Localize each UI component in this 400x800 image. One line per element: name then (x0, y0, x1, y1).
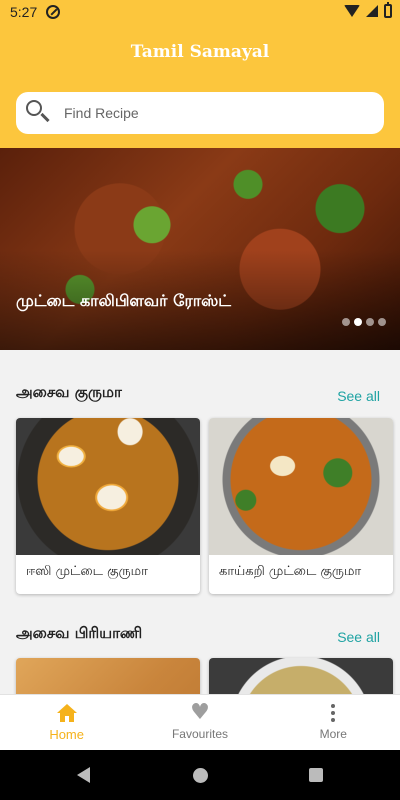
sync-icon (46, 5, 60, 19)
back-icon[interactable] (77, 767, 90, 783)
search-icon[interactable] (24, 98, 54, 128)
recipe-card[interactable]: ஈஸி முட்டை குருமா (16, 418, 200, 594)
nav-favourites-label: Favourites (171, 727, 228, 741)
recipe-image (209, 418, 393, 555)
battery-icon (384, 2, 392, 18)
system-navigation-bar (0, 750, 400, 800)
recent-apps-icon[interactable] (309, 768, 323, 782)
carousel-dot[interactable] (378, 318, 386, 326)
recipe-card[interactable]: காய்கறி முட்டை குருமா (209, 418, 393, 594)
app-header: 5:27 Tamil Samayal (0, 0, 400, 148)
carousel-indicator (342, 318, 386, 326)
app-title: Tamil Samayal (130, 42, 270, 62)
featured-recipe-banner[interactable]: முட்டை காலிபிளவர் ரோஸ்ட் (0, 148, 400, 350)
heart-icon: ♥ (190, 700, 210, 725)
status-bar: 5:27 (0, 0, 400, 26)
home-icon (56, 703, 77, 722)
carousel-dot[interactable] (366, 318, 374, 326)
carousel-dot[interactable] (342, 318, 350, 326)
signal-icon (366, 5, 378, 17)
bottom-navigation: Home ♥ Favourites More (0, 694, 400, 750)
nav-favourites[interactable]: ♥ Favourites (133, 695, 266, 750)
recipe-card-label: ஈஸி முட்டை குருமா (26, 564, 148, 579)
nav-more[interactable]: More (267, 695, 400, 750)
home-circle-icon[interactable] (193, 768, 208, 783)
carousel-dot-active[interactable] (354, 318, 362, 326)
status-time: 5:27 (10, 4, 38, 20)
section-title-biryani: அசைவ பிரியாணி (16, 624, 143, 642)
wifi-icon (344, 5, 360, 17)
nav-home[interactable]: Home (0, 695, 133, 750)
more-vertical-icon (331, 704, 336, 722)
see-all-biryani-link[interactable]: See all (337, 629, 380, 645)
recipe-image (16, 418, 200, 555)
nav-more-label: More (319, 727, 347, 741)
featured-recipe-title: முட்டை காலிபிளவர் ரோஸ்ட் (16, 291, 232, 310)
search-input[interactable] (64, 105, 364, 121)
section-title-kuruma: அசைவ குருமா (16, 383, 122, 401)
nav-home-label: Home (49, 726, 84, 742)
status-indicators (344, 2, 392, 18)
recipe-card-label: காய்கறி முட்டை குருமா (219, 564, 362, 579)
see-all-kuruma-link[interactable]: See all (337, 388, 380, 404)
search-bar[interactable] (16, 92, 384, 134)
